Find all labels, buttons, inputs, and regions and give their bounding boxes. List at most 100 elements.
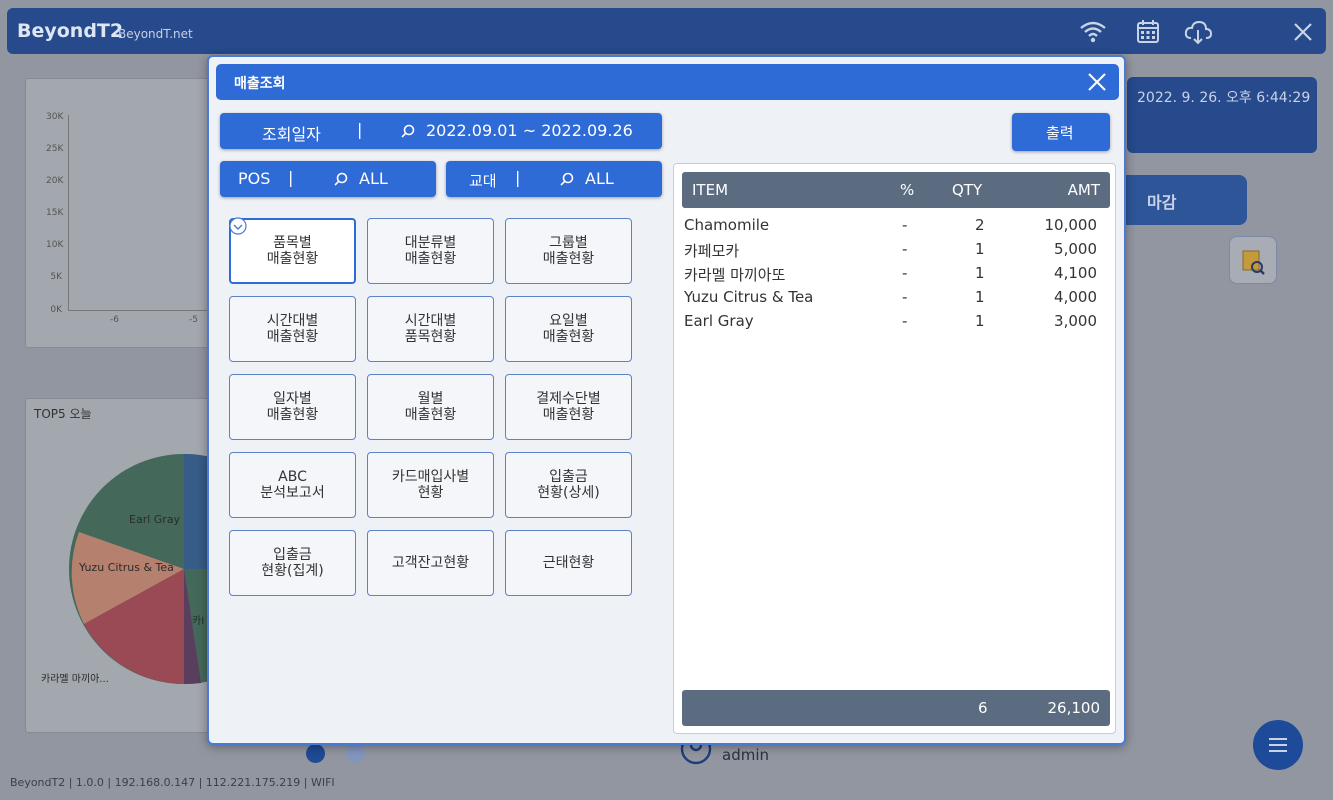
report-button-cashflow-summary[interactable]: 입출금 현황(집계) [229,530,356,596]
cell-pct: - [902,216,908,234]
report-button-attendance[interactable]: 근태현황 [505,530,632,596]
top5-pie-card: TOP5 오늘 Earl Gray Yuzu Citrus & Tea 카라멜 … [25,398,215,733]
table-row[interactable]: Chamomile - 2 10,000 [674,212,1115,236]
table-total-row: 6 26,100 [682,690,1110,726]
table-row[interactable]: 카라멜 마끼아또 - 1 4,100 [674,260,1115,284]
report-button-weekday-sales[interactable]: 요일별 매출현황 [505,296,632,362]
sales-chart-card: 30K 25K 20K 15K 10K 5K 0K -6 -5 [25,78,218,348]
cell-amt: 4,100 [1054,264,1097,282]
shift-value: ALL [585,169,614,188]
sales-inquiry-modal: 매출조회 조회일자 | 2022.09.01 ~ 2022.09.26 출력 P… [207,55,1126,745]
report-button-item-sales[interactable]: 품목별 매출현황 [229,218,356,284]
col-amt: AMT [1067,181,1100,199]
report-button-daily-sales[interactable]: 일자별 매출현황 [229,374,356,440]
table-row[interactable]: 카페모카 - 1 5,000 [674,236,1115,260]
report-button-payment-sales[interactable]: 결제수단별 매출현황 [505,374,632,440]
table-row[interactable]: Earl Gray - 1 3,000 [674,308,1115,332]
report-button-monthly-sales[interactable]: 월별 매출현황 [367,374,494,440]
search-icon [560,172,574,186]
pos-selector[interactable]: POS | ALL [220,161,436,197]
col-qty: QTY [952,181,983,199]
day-close-button[interactable]: 마감 [1115,175,1247,225]
cell-item: Chamomile [684,216,770,234]
total-amt: 26,100 [1047,699,1101,717]
cell-pct: - [902,240,908,258]
wifi-icon[interactable] [1078,17,1108,47]
report-button-customer-balance[interactable]: 고객잔고현황 [367,530,494,596]
modal-header: 매출조회 [216,64,1119,100]
menu-icon [1269,738,1287,752]
y-tick: 10K [46,240,64,250]
user-name: admin [722,746,769,764]
y-tick: 5K [50,272,62,282]
report-button-cashflow-detail[interactable]: 입출금 현황(상세) [505,452,632,518]
results-table: ITEM % QTY AMT Chamomile - 2 10,000 카페모카… [673,163,1116,734]
pie-label: Earl Gray [129,513,181,526]
cell-qty: 1 [975,288,985,306]
y-tick: 20K [46,176,64,186]
cell-amt: 10,000 [1044,216,1098,234]
y-axis [68,115,69,311]
x-tick: -5 [189,315,198,325]
search-icon [401,124,415,138]
cell-pct: - [902,312,908,330]
close-icon[interactable] [1288,17,1318,47]
cell-qty: 1 [975,264,985,282]
calendar-icon[interactable] [1133,17,1163,47]
y-tick: 25K [46,144,64,154]
print-label: 출력 [1046,124,1074,142]
report-search-button[interactable] [1229,236,1277,284]
table-row[interactable]: Yuzu Citrus & Tea - 1 4,000 [674,284,1115,308]
y-tick: 15K [46,208,64,218]
cell-amt: 4,000 [1054,288,1097,306]
cell-item: Yuzu Citrus & Tea [684,288,814,306]
y-tick: 30K [46,112,64,122]
report-button-category-sales[interactable]: 대분류별 매출현황 [367,218,494,284]
datetime-text: 2022. 9. 26. 오후 6:44:29 [1137,90,1311,106]
date-range-value: 2022.09.01 ~ 2022.09.26 [426,121,633,140]
table-header: ITEM % QTY AMT [682,172,1110,208]
col-pct: % [900,181,915,199]
cell-amt: 3,000 [1054,312,1097,330]
cell-qty: 2 [975,216,985,234]
report-button-group-sales[interactable]: 그룹별 매출현황 [505,218,632,284]
close-icon [1088,73,1106,91]
pos-label: POS [238,169,271,188]
document-search-icon [1242,250,1265,275]
table-body: Chamomile - 2 10,000 카페모카 - 1 5,000 카라멜 … [674,212,1115,332]
brand-title: BeyondT2 [17,20,124,42]
report-button-hourly-items[interactable]: 시간대별 품목현황 [367,296,494,362]
page-dot-active[interactable] [306,744,325,763]
menu-button[interactable] [1253,720,1303,770]
separator: | [357,120,363,139]
y-tick: 0K [50,305,62,315]
report-button-card-acquirer[interactable]: 카드매입사별 현황 [367,452,494,518]
cloud-download-icon[interactable] [1183,17,1213,47]
separator: | [515,168,521,187]
x-tick: -6 [110,315,119,325]
search-icon [334,172,348,186]
page-dot[interactable] [346,744,365,763]
pie-label: 카라멜 마끼아... [41,674,109,685]
cell-amt: 5,000 [1054,240,1097,258]
report-button-hourly-sales[interactable]: 시간대별 매출현황 [229,296,356,362]
date-range-selector[interactable]: 조회일자 | 2022.09.01 ~ 2022.09.26 [220,113,662,149]
pos-value: ALL [359,169,388,188]
datetime-card: 2022. 9. 26. 오후 6:44:29 [1127,77,1317,153]
report-button-abc-analysis[interactable]: ABC 분석보고서 [229,452,356,518]
print-button[interactable]: 출력 [1012,113,1110,151]
top-bar: BeyondT2 BeyondT.net [7,8,1326,54]
cell-item: 카라멜 마끼아또 [684,266,786,284]
shift-selector[interactable]: 교대 | ALL [446,161,662,197]
footer-status: BeyondT2 | 1.0.0 | 192.168.0.147 | 112.2… [10,776,335,789]
x-axis [68,310,218,311]
cell-item: 카페모카 [684,242,740,260]
cell-qty: 1 [975,312,985,330]
cell-item: Earl Gray [684,312,754,330]
pie-label: Yuzu Citrus & Tea [79,561,174,574]
cell-pct: - [902,264,908,282]
shift-label: 교대 [469,172,497,190]
total-qty: 6 [978,699,988,717]
cell-pct: - [902,288,908,306]
modal-close-button[interactable] [1085,70,1109,94]
